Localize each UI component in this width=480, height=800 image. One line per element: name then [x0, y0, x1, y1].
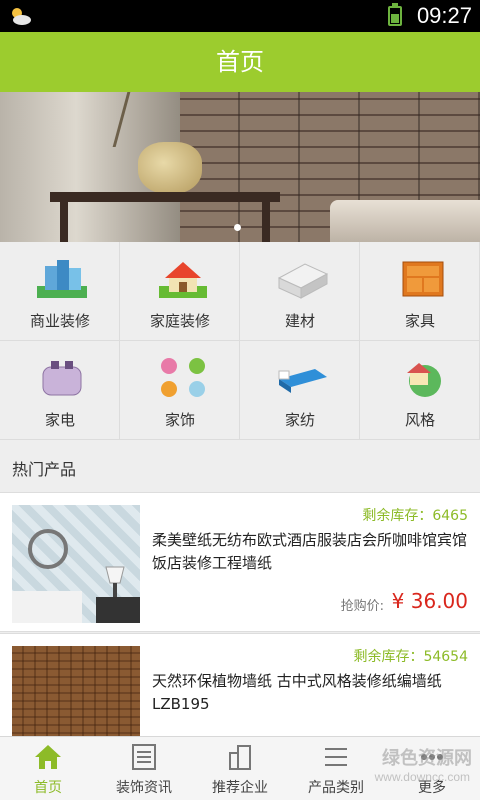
globe-house-icon [407, 363, 441, 397]
category-home-accessories[interactable]: 家饰 [120, 341, 240, 440]
category-building-materials[interactable]: 建材 [240, 242, 360, 341]
wallpaper-room-image [12, 529, 140, 623]
building-materials-icon [277, 263, 329, 299]
category-label: 家纺 [284, 411, 315, 429]
category-label: 家饰 [164, 411, 195, 429]
toaster-icon [42, 361, 82, 396]
weather-icon [12, 8, 31, 25]
banner-branches [112, 92, 218, 147]
tab-news[interactable]: 装饰资讯 [96, 737, 192, 800]
product-thumbnail [12, 505, 140, 623]
banner-vase [138, 142, 202, 194]
category-home-decoration[interactable]: 家庭装修 [120, 242, 240, 341]
category-label: 商业装修 [29, 312, 90, 330]
category-style[interactable]: 风格 [360, 341, 480, 440]
category-appliances[interactable]: 家电 [0, 341, 120, 440]
battery-icon [388, 3, 402, 26]
category-furniture[interactable]: 家具 [360, 242, 480, 341]
tab-home[interactable]: 首页 [0, 737, 96, 800]
category-label: 家电 [44, 411, 75, 429]
tab-companies[interactable]: 推荐企业 [192, 737, 288, 800]
category-label: 风格 [404, 411, 435, 429]
stock-remaining: 剩余库存：6465 [362, 508, 468, 524]
hot-products-heading: 热门产品 [0, 440, 480, 492]
category-commercial[interactable]: 商业装修 [0, 242, 120, 341]
tab-categories[interactable]: 产品类别 [288, 737, 384, 800]
tab-label: 装饰资讯 [116, 780, 172, 796]
house-icon [159, 262, 207, 298]
product-card[interactable]: 剩余库存：6465 柔美壁纸无纺布欧式酒店服装店会所咖啡馆宾馆饭店装修工程墙纸 … [0, 492, 480, 632]
tab-label: 推荐企业 [212, 780, 268, 796]
carousel-indicator [234, 224, 241, 231]
price-label: 抢购价: [340, 599, 384, 614]
cabinet-icon [402, 261, 444, 297]
banner-table-legs [60, 202, 270, 242]
watermark-url: www.downcc.com [374, 770, 470, 784]
product-name: 柔美壁纸无纺布欧式酒店服装店会所咖啡馆宾馆饭店装修工程墙纸 [152, 531, 468, 572]
banner-table [50, 192, 280, 202]
stock-remaining: 剩余库存：54654 [353, 649, 468, 665]
company-icon [229, 745, 251, 770]
category-label: 建材 [284, 312, 315, 330]
list-icon [325, 748, 347, 766]
home-icon [35, 745, 61, 769]
banner-carousel[interactable] [0, 92, 480, 242]
tree-art-icon [161, 358, 205, 397]
watermark: 绿色资源网 [382, 748, 472, 769]
category-grid: 商业装修 家庭装修 建材 家具 家电 家饰 家纺 风格 [0, 242, 480, 440]
tab-label: 产品类别 [308, 780, 364, 796]
product-price: ¥ 36.00 [391, 589, 468, 613]
clock: 09:27 [416, 3, 472, 28]
category-label: 家具 [404, 312, 435, 330]
bed-icon [278, 369, 327, 393]
buildings-icon [37, 260, 87, 298]
news-icon [132, 744, 156, 770]
tab-label: 首页 [34, 780, 62, 796]
page-title: 首页 [0, 32, 480, 92]
product-name: 天然环保植物墙纸 古中式风格装修纸编墙纸 LZB195 [152, 672, 442, 713]
category-textiles[interactable]: 家纺 [240, 341, 360, 440]
category-label: 家庭装修 [149, 312, 210, 330]
banner-sofa [330, 200, 480, 242]
status-bar: 09:27 [0, 0, 480, 32]
